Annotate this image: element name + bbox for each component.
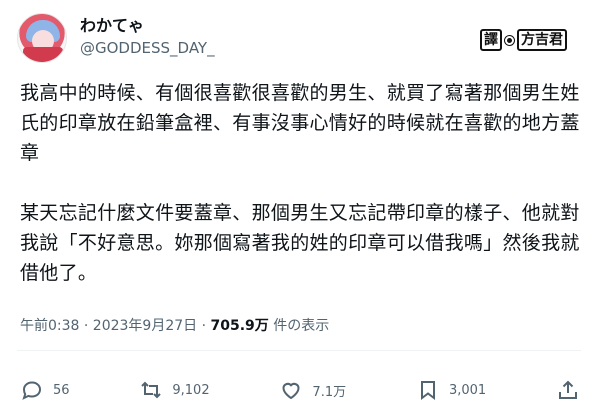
bookmark-count: 3,001 — [448, 382, 487, 398]
author-info: わかてゃ @GODDESS_DAY_ — [80, 15, 215, 60]
share-icon — [558, 380, 577, 399]
retweet-button[interactable]: 9,102 — [139, 378, 210, 402]
reply-count: 56 — [53, 382, 70, 398]
avatar[interactable] — [17, 13, 67, 63]
heart-icon — [282, 382, 300, 400]
like-count: 7.1万 — [312, 384, 347, 400]
avatar-bow — [23, 47, 63, 62]
bookmark-button[interactable]: 3,001 — [416, 378, 486, 402]
display-name[interactable]: わかてゃ — [80, 15, 215, 36]
tweet-paragraph-2: 某天忘記什麼文件要蓋章、那個男生又忘記帶印章的樣子、他就對我說「不好意思。妳那個… — [20, 202, 580, 284]
tweet-paragraph-1: 我高中的時候、有個很喜歡很喜歡的男生、就買了寫著那個男生姓氏的印章放在鉛筆盒裡、… — [20, 82, 580, 164]
tweet-header: わかてゃ @GODDESS_DAY_ 譯 方吉君 — [17, 13, 588, 65]
reply-icon — [22, 381, 42, 400]
bookmark-icon — [420, 381, 435, 400]
translator-watermark: 譯 方吉君 — [476, 27, 571, 53]
retweet-count: 9,102 — [172, 382, 210, 398]
retweet-icon — [141, 381, 162, 399]
view-count: 705.9万 — [210, 318, 269, 334]
user-handle[interactable]: @GODDESS_DAY_ — [80, 36, 215, 60]
view-count-label: 件の表示 — [268, 318, 330, 334]
action-bar: 56 9,102 7.1万 3,001 — [20, 372, 580, 408]
watermark-part-2: 方吉君 — [517, 29, 567, 51]
reply-button[interactable]: 56 — [20, 378, 70, 402]
share-button[interactable] — [556, 378, 580, 402]
tweet-meta: 午前0:38 · 2023年9月27日 · 705.9万 件の表示 — [20, 316, 329, 336]
divider — [17, 350, 581, 351]
watermark-dot — [505, 35, 514, 45]
tweet-text: 我高中的時候、有個很喜歡很喜歡的男生、就買了寫著那個男生姓氏的印章放在鉛筆盒裡、… — [20, 78, 585, 318]
like-button[interactable]: 7.1万 — [279, 378, 346, 402]
watermark-part-1: 譯 — [480, 29, 502, 51]
tweet-timestamp[interactable]: 午前0:38 · 2023年9月27日 · — [20, 318, 211, 334]
